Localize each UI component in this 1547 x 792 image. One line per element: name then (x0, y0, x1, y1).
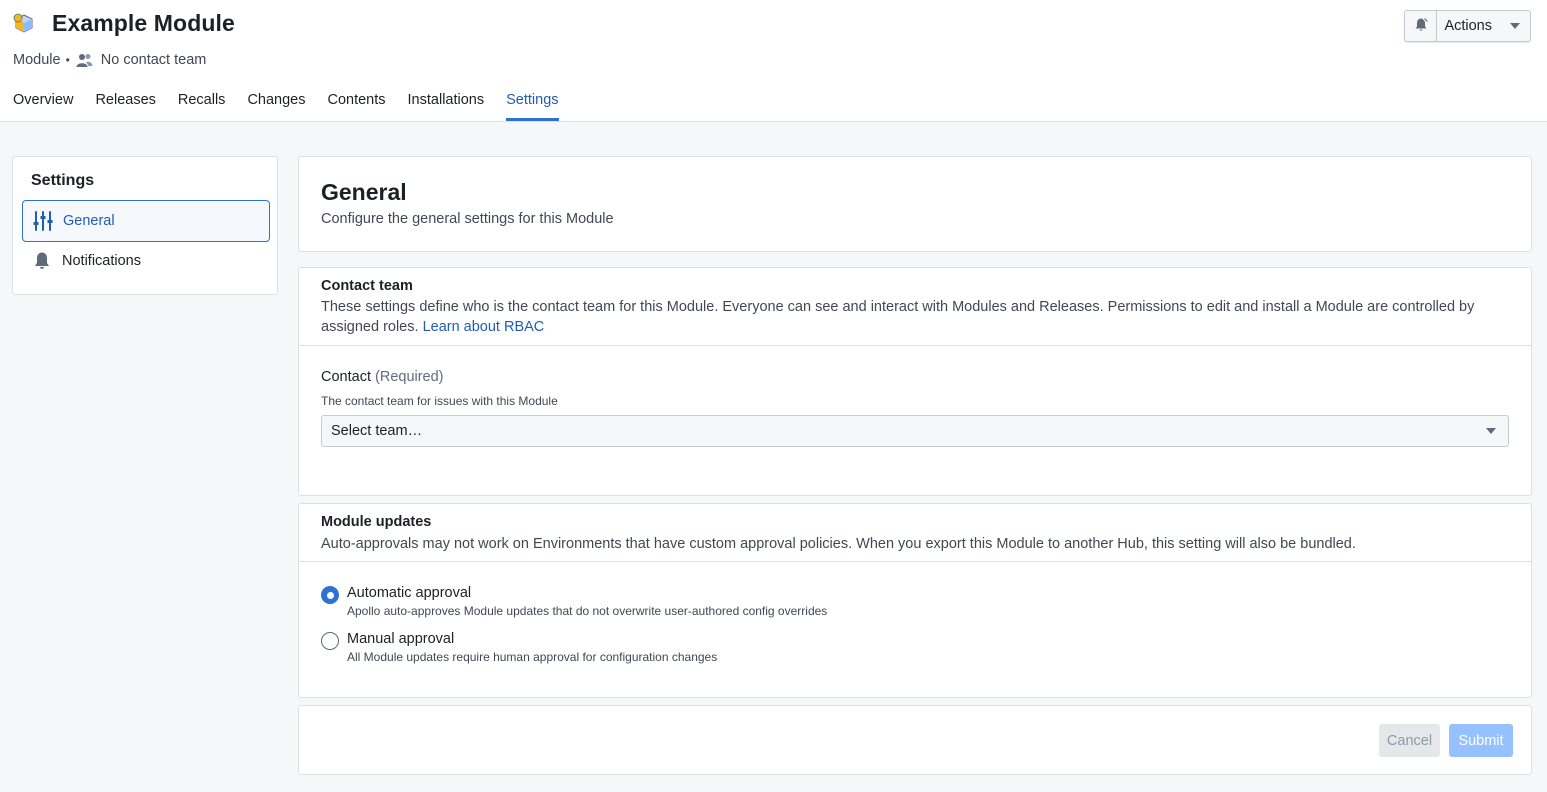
module-type-label: Module (13, 52, 61, 68)
sidebar-item-general[interactable]: General (22, 200, 270, 242)
contact-team-status: No contact team (100, 52, 207, 68)
divider (299, 561, 1531, 562)
radio-help: All Module updates require human approva… (347, 650, 718, 664)
module-updates-title: Module updates (321, 514, 432, 530)
section-subtitle: Configure the general settings for this … (321, 211, 614, 227)
contact-team-description: These settings define who is the contact… (321, 297, 1501, 337)
tab-contents[interactable]: Contents (327, 86, 385, 121)
learn-rbac-link[interactable]: Learn about RBAC (423, 319, 545, 335)
module-icon (12, 12, 36, 36)
module-tabs: Overview Releases Recalls Changes Conten… (13, 86, 581, 122)
contact-team-title: Contact team (321, 278, 413, 294)
contact-field-help: The contact team for issues with this Mo… (321, 394, 558, 408)
general-header-card: General Configure the general settings f… (298, 156, 1532, 252)
header-actions: Actions (1404, 10, 1531, 42)
module-updates-description: Auto-approvals may not work on Environme… (321, 536, 1356, 552)
radio-text: Automatic approval Apollo auto-approves … (347, 585, 827, 618)
radio-checked-icon[interactable] (321, 586, 339, 604)
submit-button[interactable]: Submit (1449, 724, 1513, 757)
people-icon (76, 52, 93, 68)
caret-down-icon (1510, 23, 1520, 29)
radio-text: Manual approval All Module updates requi… (347, 631, 717, 664)
tab-releases[interactable]: Releases (95, 86, 155, 121)
title-row: Example Module (12, 10, 235, 37)
bell-icon (32, 251, 52, 271)
contact-team-select[interactable]: Select team… (321, 415, 1509, 447)
actions-label: Actions (1444, 18, 1492, 34)
contact-field-label: Contact (Required) (321, 369, 444, 385)
automatic-approval-option[interactable]: Automatic approval Apollo auto-approves … (321, 585, 827, 618)
radio-label: Automatic approval (347, 585, 472, 601)
notification-toggle-button[interactable] (1405, 11, 1438, 41)
form-footer: Cancel Submit (298, 705, 1532, 775)
meta-separator: • (65, 53, 70, 67)
cancel-button[interactable]: Cancel (1379, 724, 1440, 757)
divider (299, 345, 1531, 346)
radio-label: Manual approval (347, 631, 455, 647)
contact-label-text: Contact (321, 369, 371, 385)
contact-team-card: Contact team These settings define who i… (298, 267, 1532, 496)
select-placeholder: Select team… (331, 423, 423, 439)
tab-overview[interactable]: Overview (13, 86, 73, 121)
sliders-icon (33, 211, 53, 231)
tab-settings[interactable]: Settings (506, 86, 559, 121)
module-updates-card: Module updates Auto-approvals may not wo… (298, 503, 1532, 698)
sidebar-item-notifications[interactable]: Notifications (22, 240, 270, 282)
module-meta: Module • No contact team (13, 52, 206, 68)
radio-help: Apollo auto-approves Module updates that… (347, 604, 828, 618)
page-header: Example Module Module • No contact team … (0, 0, 1547, 122)
tab-installations[interactable]: Installations (408, 86, 485, 121)
bell-off-icon (1413, 16, 1429, 36)
tab-recalls[interactable]: Recalls (178, 86, 226, 121)
sidebar-title: Settings (31, 172, 95, 189)
settings-sidebar: Settings General Notifications (12, 156, 278, 295)
radio-unchecked-icon[interactable] (321, 632, 339, 650)
page-title: Example Module (52, 10, 235, 36)
actions-dropdown-button[interactable]: Actions (1437, 11, 1530, 41)
required-indicator: (Required) (375, 369, 444, 385)
tab-changes[interactable]: Changes (247, 86, 305, 121)
manual-approval-option[interactable]: Manual approval All Module updates requi… (321, 631, 717, 664)
caret-down-icon (1486, 428, 1496, 434)
section-title: General (321, 179, 407, 205)
sidebar-item-label: Notifications (62, 253, 141, 269)
sidebar-item-label: General (63, 213, 115, 229)
